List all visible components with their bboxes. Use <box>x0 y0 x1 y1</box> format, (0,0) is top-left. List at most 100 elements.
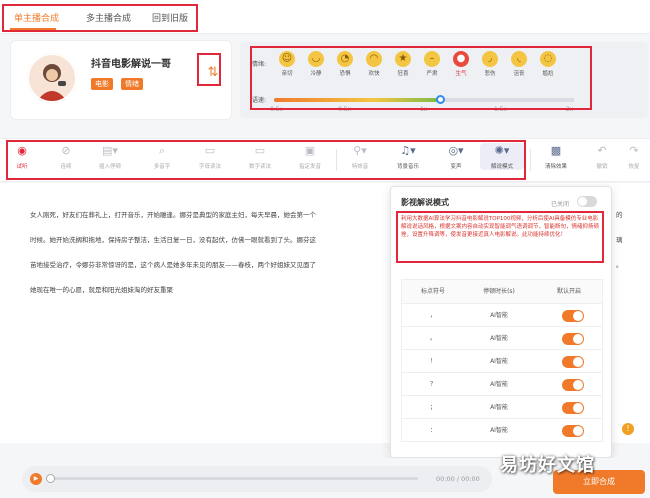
table-row: ， AI智能 <box>402 303 602 326</box>
sound-effect-icon: ⚲▾ <box>353 144 367 157</box>
speed-label: 语速: <box>252 97 267 104</box>
column-header: 默认开启 <box>556 288 581 295</box>
emotion-awkward[interactable]: ◌ 尴尬 <box>533 51 563 77</box>
script-line-tail: 的 <box>616 211 623 219</box>
smile-face-icon: ☺ <box>279 51 295 67</box>
table-header: 标点符号 停顿时长(s) 默认开启 <box>402 280 602 303</box>
default-on-toggle[interactable] <box>562 333 584 345</box>
fear-face-icon: ◔ <box>337 51 353 67</box>
play-circle-icon: ◉ <box>17 144 27 157</box>
default-on-toggle[interactable] <box>562 310 584 322</box>
anchor-card[interactable]: 抖音电影解说一哥 电影 情绪 <box>10 40 232 120</box>
voice-change-button[interactable]: ◎▾ 变声 <box>436 143 476 170</box>
background-music-button[interactable]: ♫▾ 背景音乐 <box>388 143 428 170</box>
default-on-toggle[interactable] <box>562 402 584 414</box>
anchor-badge-emotion: 情绪 <box>121 78 143 90</box>
redo-button[interactable]: ↷ 恢复 <box>614 143 650 170</box>
speed-tick: 2x <box>566 106 574 113</box>
tab-single-anchor[interactable]: 单主播合成 <box>14 11 59 24</box>
emotion-speed-panel: 情绪: ☺ 亲切 ◡ 冷静 ◔ 恐惧 ◠ 欢快 ★ 狂喜 – 严肃 ● 生气 ◞ 悲伤 ◟ 沮丧 … <box>240 42 648 118</box>
script-line-tail: 。 <box>616 261 623 269</box>
audio-time: 00:00 / 00:00 <box>436 475 480 483</box>
table-row: ： AI智能 <box>402 418 602 441</box>
serious-face-icon: – <box>424 51 440 67</box>
speed-slider-rest <box>440 98 574 102</box>
info-icon[interactable]: ! <box>622 423 634 435</box>
toolbar-divider <box>530 149 531 171</box>
script-line: 她现在唯一的心愿，就是和阳光姐妹淘的好友重聚 <box>30 286 173 294</box>
active-tab-underline <box>10 28 56 30</box>
emotion-cheerful[interactable]: ◠ 欢快 <box>359 51 389 77</box>
audio-progress-thumb[interactable] <box>46 474 55 483</box>
emotion-calm[interactable]: ◡ 冷静 <box>301 51 331 77</box>
pronounce-icon: ▣ <box>304 144 316 157</box>
tab-multi-anchor[interactable]: 多主播合成 <box>86 11 131 24</box>
anchor-name: 抖音电影解说一哥 <box>91 59 171 70</box>
audio-player: ▶ 00:00 / 00:00 <box>22 466 492 492</box>
anchor-avatar[interactable] <box>27 53 77 103</box>
popup-title: 影视解说模式 <box>401 198 449 207</box>
narration-mode-icon: ✺▾ <box>494 144 510 157</box>
polyphone-button[interactable]: ⌕ 多音字 <box>142 143 182 170</box>
default-on-toggle[interactable] <box>562 379 584 391</box>
editor-toolbar: ◉ 试听 ⊘ 连续 ▤▾ 插入停顿 ⌕ 多音字 ▭ 字母读法 ▭ 数字读法 ▣ 指定发音 ⚲▾… <box>0 138 650 182</box>
awkward-face-icon: ◌ <box>540 51 556 67</box>
speed-tick: 0.5x <box>270 106 284 113</box>
clear-effect-button[interactable]: ▩ 清除效果 <box>536 143 576 170</box>
insert-pause-button[interactable]: ▤▾ 插入停顿 <box>90 143 130 170</box>
swap-vertical-icon[interactable]: ⇅ <box>200 58 226 88</box>
default-on-toggle[interactable] <box>562 425 584 437</box>
table-row: ！ AI智能 <box>402 349 602 372</box>
emotion-depressed[interactable]: ◟ 沮丧 <box>504 51 534 77</box>
anchor-badge-movie: 电影 <box>91 78 113 90</box>
narration-mode-toggle[interactable] <box>577 196 597 207</box>
script-line: 苗地接受治疗，令娜芬非常惊讶的是，这个病人是她多年未见的朋友——春枝，两个好姐妹… <box>30 261 316 269</box>
speed-tick: 1.5x <box>494 106 508 113</box>
depressed-face-icon: ◟ <box>511 51 527 67</box>
emotion-serious[interactable]: – 严肃 <box>417 51 447 77</box>
emotion-angry[interactable]: ● 生气 <box>446 51 476 77</box>
letter-reading-button[interactable]: ▭ 字母读法 <box>190 143 230 170</box>
speed-tick: 0.5x <box>338 106 352 113</box>
punctuation-table: 标点符号 停顿时长(s) 默认开启 ， AI智能 。 AI智能 ！ AI智能 ？ <box>401 279 603 442</box>
tab-bar: 单主播合成 多主播合成 回到旧版 <box>0 0 650 34</box>
emotion-sad[interactable]: ◞ 悲伤 <box>475 51 505 77</box>
sound-effect-button[interactable]: ⚲▾ 特效音 <box>340 143 380 170</box>
undo-icon: ↶ <box>597 144 607 157</box>
emotion-kind[interactable]: ☺ 亲切 <box>272 51 302 77</box>
number-icon: ▭ <box>254 144 266 157</box>
column-header: 停顿时长(s) <box>483 288 515 295</box>
speed-slider-thumb[interactable] <box>436 95 445 104</box>
table-row: 。 AI智能 <box>402 326 602 349</box>
emotion-label: 情绪: <box>252 61 267 68</box>
link-icon: ⊘ <box>61 144 71 157</box>
emotion-ecstatic[interactable]: ★ 狂喜 <box>388 51 418 77</box>
app-page: 单主播合成 多主播合成 回到旧版 抖音电影解说一哥 电影 情绪 ⇅ 情绪: ☺ 亲… <box>0 0 650 498</box>
script-line-tail: 璃 <box>616 236 623 244</box>
table-row: ？ AI智能 <box>402 372 602 395</box>
clear-effect-icon: ▩ <box>550 144 562 157</box>
pronounce-button[interactable]: ▣ 指定发音 <box>290 143 330 170</box>
audio-progress-track[interactable] <box>48 477 418 480</box>
calm-face-icon: ◡ <box>308 51 324 67</box>
column-header: 标点符号 <box>420 288 445 295</box>
narration-mode-popup: 影视解说模式 已关闭 利用大数据AI算法学习抖音电影解说TOP100视频，分析后… <box>390 186 612 458</box>
default-on-toggle[interactable] <box>562 356 584 368</box>
popup-status: 已关闭 <box>551 201 570 208</box>
speed-tick: 1x <box>420 106 428 113</box>
narration-mode-button[interactable]: ✺▾ 解说模式 <box>480 143 524 170</box>
ecstatic-face-icon: ★ <box>395 51 411 67</box>
number-reading-button[interactable]: ▭ 数字读法 <box>240 143 280 170</box>
angry-face-icon: ● <box>453 51 469 67</box>
letter-icon: ▭ <box>204 144 216 157</box>
script-line: 女人刚死，好友们在葬礼上，打开音乐，开始雕逢。娜芬是典型的家庭主妇，每天早晨，她… <box>30 211 316 219</box>
continuous-button[interactable]: ⊘ 连续 <box>46 143 86 170</box>
voice-change-icon: ◎▾ <box>448 144 464 157</box>
toolbar-divider <box>336 149 337 171</box>
preview-button[interactable]: ◉ 试听 <box>2 143 42 170</box>
redo-icon: ↷ <box>629 144 639 157</box>
play-icon[interactable]: ▶ <box>30 473 42 485</box>
tab-old-version[interactable]: 回到旧版 <box>152 11 188 24</box>
emotion-fear[interactable]: ◔ 恐惧 <box>330 51 360 77</box>
watermark-text: 易坊好文馆 <box>500 455 595 476</box>
